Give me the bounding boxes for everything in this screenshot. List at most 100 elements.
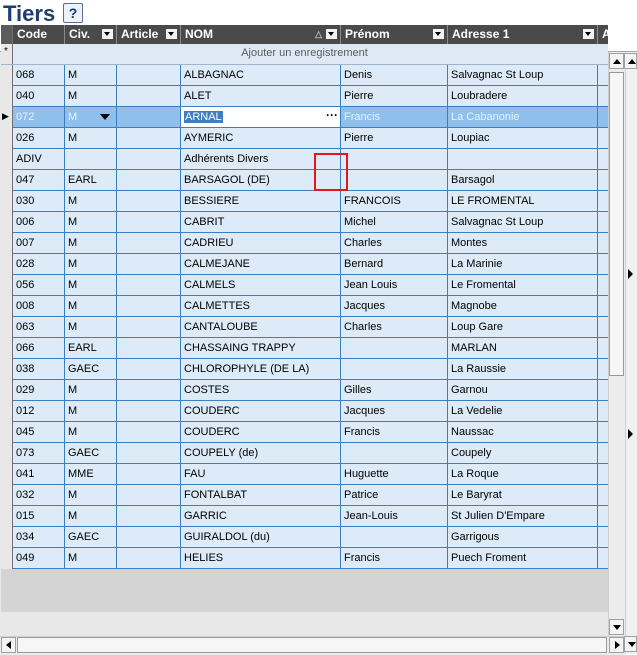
cell-overflow[interactable]	[598, 443, 608, 464]
cell-article[interactable]	[117, 506, 181, 527]
cell-prenom[interactable]: Francis	[341, 107, 448, 128]
cell-civ[interactable]: M	[65, 107, 117, 128]
cell-code[interactable]: 047	[13, 170, 65, 191]
cell-article[interactable]	[117, 338, 181, 359]
cell-prenom[interactable]	[341, 149, 448, 170]
ellipsis-button[interactable]: ···	[323, 109, 340, 124]
cell-article[interactable]	[117, 65, 181, 86]
cell-overflow[interactable]	[598, 401, 608, 422]
cell-prenom[interactable]	[341, 338, 448, 359]
cell-adresse1[interactable]: Salvagnac St Loup	[448, 212, 598, 233]
cell-nom[interactable]: BESSIERE	[181, 191, 341, 212]
table-row[interactable]: 056 M CALMELS Jean Louis Le Fromental	[1, 275, 608, 296]
cell-adresse1[interactable]: Loupiac	[448, 128, 598, 149]
cell-civ[interactable]: M	[65, 296, 117, 317]
table-row[interactable]: 008 M CALMETTES Jacques Magnobe	[1, 296, 608, 317]
cell-code[interactable]: 073	[13, 443, 65, 464]
cell-civ[interactable]: M	[65, 422, 117, 443]
cell-nom[interactable]: Adhérents Divers	[181, 149, 341, 170]
cell-overflow[interactable]	[598, 338, 608, 359]
outer-scroll-up-icon[interactable]	[624, 53, 637, 69]
cell-article[interactable]	[117, 548, 181, 569]
cell-civ[interactable]	[65, 149, 117, 170]
cell-adresse1[interactable]: La Cabanonie	[448, 107, 598, 128]
cell-prenom[interactable]	[341, 527, 448, 548]
cell-nom[interactable]: COUDERC	[181, 422, 341, 443]
table-row[interactable]: 012 M COUDERC Jacques La Vedelie	[1, 401, 608, 422]
cell-civ[interactable]: M	[65, 191, 117, 212]
cell-code[interactable]: 030	[13, 191, 65, 212]
cell-overflow[interactable]	[598, 65, 608, 86]
cell-adresse1[interactable]: MARLAN	[448, 338, 598, 359]
cell-civ[interactable]: M	[65, 275, 117, 296]
cell-article[interactable]	[117, 86, 181, 107]
cell-civ[interactable]: M	[65, 233, 117, 254]
row-selector[interactable]	[1, 485, 13, 506]
cell-nom[interactable]: CALMEJANE	[181, 254, 341, 275]
cell-prenom[interactable]: Gilles	[341, 380, 448, 401]
cell-prenom[interactable]: Francis	[341, 548, 448, 569]
row-selector[interactable]	[1, 422, 13, 443]
row-selector[interactable]	[1, 275, 13, 296]
column-header-a[interactable]: A	[598, 25, 608, 44]
row-selector[interactable]	[1, 128, 13, 149]
table-row[interactable]: 040 M ALET Pierre Loubradere	[1, 86, 608, 107]
cell-prenom[interactable]: Michel	[341, 212, 448, 233]
column-header-pr-nom[interactable]: Prénom	[341, 25, 448, 44]
cell-adresse1[interactable]: La Roque	[448, 464, 598, 485]
cell-nom[interactable]: CHASSAING TRAPPY	[181, 338, 341, 359]
cell-civ[interactable]: M	[65, 254, 117, 275]
cell-overflow[interactable]	[598, 275, 608, 296]
cell-nom[interactable]: COUPELY (de)	[181, 443, 341, 464]
row-selector[interactable]	[1, 464, 13, 485]
cell-overflow[interactable]	[598, 191, 608, 212]
cell-adresse1[interactable]: La Raussie	[448, 359, 598, 380]
cell-overflow[interactable]	[598, 86, 608, 107]
cell-overflow[interactable]	[598, 233, 608, 254]
scroll-right-icon[interactable]	[609, 637, 624, 653]
cell-overflow[interactable]	[598, 548, 608, 569]
help-icon[interactable]: ?	[63, 3, 83, 23]
row-selector[interactable]	[1, 212, 13, 233]
cell-adresse1[interactable]: Coupely	[448, 443, 598, 464]
cell-overflow[interactable]	[598, 506, 608, 527]
row-selector[interactable]	[1, 338, 13, 359]
filter-dropdown-icon[interactable]	[433, 29, 444, 39]
cell-civ[interactable]: M	[65, 506, 117, 527]
expand-arrow-icon-lower[interactable]	[627, 428, 635, 440]
row-selector[interactable]	[1, 527, 13, 548]
cell-code[interactable]: 045	[13, 422, 65, 443]
cell-civ[interactable]: M	[65, 317, 117, 338]
row-selector[interactable]	[1, 65, 13, 86]
cell-nom[interactable]: CABRIT	[181, 212, 341, 233]
cell-article[interactable]	[117, 527, 181, 548]
cell-prenom[interactable]: Francis	[341, 422, 448, 443]
row-selector[interactable]	[1, 254, 13, 275]
cell-nom[interactable]: ARNAL ···	[181, 107, 341, 128]
cell-code[interactable]: 072	[13, 107, 65, 128]
table-row[interactable]: 066 EARL CHASSAING TRAPPY MARLAN	[1, 338, 608, 359]
column-header-civ[interactable]: Civ.	[65, 25, 117, 44]
cell-code[interactable]: 041	[13, 464, 65, 485]
cell-civ[interactable]: EARL	[65, 338, 117, 359]
cell-code[interactable]: 028	[13, 254, 65, 275]
cell-nom[interactable]: CANTALOUBE	[181, 317, 341, 338]
cell-adresse1[interactable]: Magnobe	[448, 296, 598, 317]
row-selector[interactable]	[1, 191, 13, 212]
cell-code[interactable]: 008	[13, 296, 65, 317]
cell-code[interactable]: 034	[13, 527, 65, 548]
cell-nom[interactable]: BARSAGOL (DE)	[181, 170, 341, 191]
cell-civ[interactable]: GAEC	[65, 443, 117, 464]
cell-nom[interactable]: GARRIC	[181, 506, 341, 527]
outer-scroll-down-icon[interactable]	[624, 636, 637, 652]
cell-nom[interactable]: CADRIEU	[181, 233, 341, 254]
cell-adresse1[interactable]: Garrigous	[448, 527, 598, 548]
cell-prenom[interactable]: FRANCOIS	[341, 191, 448, 212]
cell-adresse1[interactable]: Le Baryrat	[448, 485, 598, 506]
row-selector[interactable]	[1, 296, 13, 317]
civ-dropdown-icon[interactable]	[100, 112, 112, 122]
table-row[interactable]: 026 M AYMERIC Pierre Loupiac	[1, 128, 608, 149]
cell-overflow[interactable]	[598, 212, 608, 233]
cell-nom[interactable]: ALET	[181, 86, 341, 107]
cell-article[interactable]	[117, 170, 181, 191]
